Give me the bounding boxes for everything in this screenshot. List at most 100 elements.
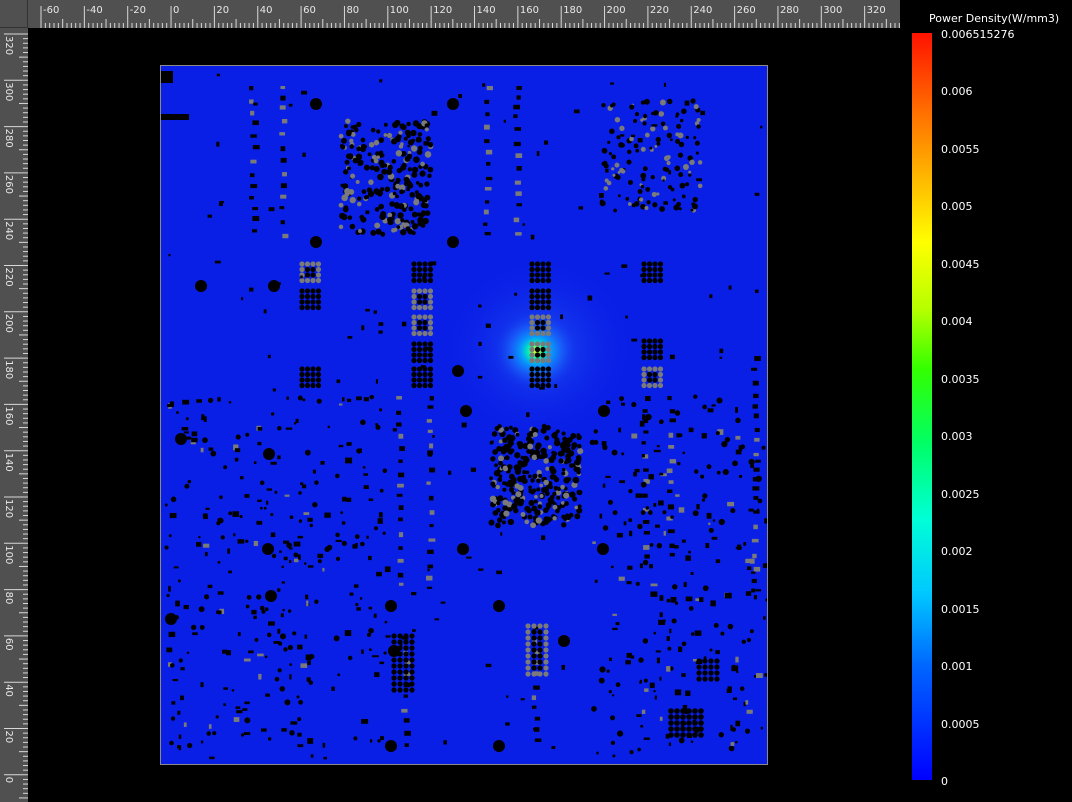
bga-ball <box>657 377 664 383</box>
bga-ball <box>427 166 434 173</box>
smd-part <box>745 558 751 564</box>
via <box>643 678 648 683</box>
smd-part <box>618 576 625 581</box>
smd-part <box>604 272 610 275</box>
bga-ball <box>498 474 503 478</box>
bga-ball <box>425 136 431 142</box>
via <box>185 417 189 421</box>
mounting-hole <box>558 635 570 647</box>
bga-ball <box>502 465 508 471</box>
smd-part <box>485 323 491 328</box>
bga-ball <box>315 377 322 383</box>
via <box>690 740 694 743</box>
smd-pad <box>611 154 617 160</box>
smd-part <box>668 445 675 449</box>
smd-part <box>710 600 716 607</box>
bga-ball <box>352 124 358 130</box>
bga-ball <box>403 663 409 669</box>
bga-ball <box>304 299 311 305</box>
smd-part <box>641 709 646 714</box>
bga-ball <box>652 277 658 284</box>
smd-part <box>508 355 514 359</box>
bga-ball <box>416 371 423 378</box>
smd-part <box>177 710 181 715</box>
via <box>368 627 374 634</box>
bga-ball <box>315 304 322 311</box>
via <box>220 535 225 540</box>
bga-ball <box>416 212 422 217</box>
smd-pad <box>627 202 632 206</box>
bga-ball <box>411 371 417 378</box>
smd-part <box>280 157 287 163</box>
bga-ball <box>529 266 535 273</box>
smd-part <box>239 476 244 480</box>
smd-part <box>747 566 752 571</box>
smd-part <box>639 563 643 569</box>
bga-ball <box>400 218 405 223</box>
bga-ball <box>427 293 434 300</box>
smd-part <box>753 452 759 457</box>
bga-ball <box>416 272 423 278</box>
bga-ball <box>395 150 403 157</box>
bga-ball <box>373 165 380 172</box>
smd-pad <box>689 159 695 166</box>
smd-part <box>684 100 690 106</box>
bga-ball <box>418 183 423 188</box>
horizontal-ruler: -60 -40 -20 0 20 40 60 80 100 120 140 160 180 200 220 2… <box>0 0 900 28</box>
smd-pad <box>642 113 648 119</box>
bga-ball <box>422 314 428 320</box>
smd-part <box>681 673 686 677</box>
bga-ball <box>403 681 409 687</box>
bga-ball <box>539 483 544 488</box>
bga-ball <box>563 492 570 499</box>
bga-ball <box>413 156 420 163</box>
bga-ball <box>310 293 316 300</box>
bga-ball <box>561 471 566 476</box>
ruler-tick-label: 200 <box>3 314 14 333</box>
smd-part <box>608 657 612 661</box>
via <box>383 651 387 655</box>
bga-ball <box>534 319 541 326</box>
smd-part <box>374 672 380 678</box>
smd-part <box>241 297 244 301</box>
bga-ball <box>422 288 428 294</box>
smd-part <box>344 630 352 636</box>
via <box>219 495 223 500</box>
bga-ball <box>403 639 409 645</box>
via <box>647 510 653 515</box>
bga-ball <box>515 491 522 498</box>
bga-ball <box>502 487 507 492</box>
smd-part <box>222 649 228 654</box>
ruler-tick-label: 160 <box>3 406 14 425</box>
bga-ball <box>488 519 495 526</box>
bga-ball <box>411 366 417 372</box>
smd-part <box>640 274 644 278</box>
via <box>231 688 235 692</box>
bga-ball <box>529 357 535 364</box>
bga-ball <box>702 670 708 676</box>
bga-ball <box>404 129 411 136</box>
smd-part <box>755 459 761 463</box>
smd-part <box>634 468 640 473</box>
smd-part <box>217 518 220 523</box>
smd-part <box>753 393 759 399</box>
smd-part <box>397 558 404 563</box>
bga-ball <box>304 371 311 378</box>
pcb-power-density-map[interactable] <box>160 65 768 765</box>
bga-ball <box>547 445 552 450</box>
ruler-tick-label: 0 <box>173 5 179 16</box>
smd-part <box>217 397 221 402</box>
bga-ball <box>537 635 543 641</box>
via <box>235 434 241 440</box>
bga-ball <box>299 277 305 284</box>
bga-ball <box>360 137 366 143</box>
smd-pad <box>681 194 686 199</box>
bga-ball <box>347 166 351 171</box>
bga-ball <box>652 338 658 344</box>
via <box>693 469 699 474</box>
ruler-tick-label: 0 <box>3 777 14 783</box>
smd-part <box>341 397 345 402</box>
via <box>730 508 736 514</box>
smd-part <box>365 210 370 215</box>
smd-part <box>522 223 525 226</box>
